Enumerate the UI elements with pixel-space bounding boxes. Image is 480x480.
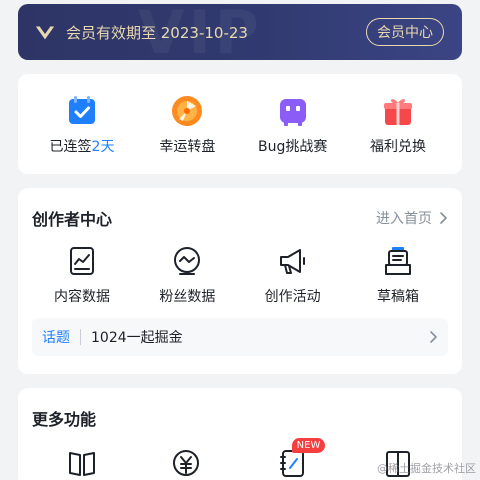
book-icon <box>69 452 95 476</box>
bug-challenge-label: Bug挑战赛 <box>257 139 328 155</box>
more-item-exchange[interactable] <box>137 446 237 480</box>
topic-text: 1024一起掘金 <box>91 330 183 346</box>
member-center-button[interactable]: 会员中心 <box>366 18 444 46</box>
content-data-label: 内容数据 <box>54 289 110 305</box>
creator-center-card: 创作者中心 进入首页 内容数据 粉丝数据 创作活动 草稿箱 话题 1024一起掘… <box>18 188 462 374</box>
gift-icon <box>383 99 412 125</box>
lucky-wheel-label: 幸运转盘 <box>159 139 216 155</box>
enter-homepage-label: 进入首页 <box>376 211 432 227</box>
fans-data-icon <box>174 247 201 275</box>
drafts-item[interactable]: 草稿箱 <box>348 244 448 306</box>
drafts-icon <box>384 247 411 275</box>
content-data-item[interactable]: 内容数据 <box>32 244 132 306</box>
bug-monster-icon <box>279 99 306 126</box>
creator-center-title: 创作者中心 <box>32 210 113 229</box>
chevron-right-icon <box>440 212 447 224</box>
bug-challenge-item[interactable]: Bug挑战赛 <box>243 94 343 156</box>
creative-activity-label: 创作活动 <box>264 289 321 305</box>
creative-activity-item[interactable]: 创作活动 <box>243 244 343 306</box>
gift-exchange-label: 福利兑换 <box>369 139 426 155</box>
notebook-icon-wrap: NEW <box>276 438 326 480</box>
vip-watermark: VIP <box>138 4 263 60</box>
more-functions-title: 更多功能 <box>32 410 97 429</box>
topic-tag: 话题 <box>42 330 70 346</box>
fans-data-label: 粉丝数据 <box>159 289 216 305</box>
new-badge: NEW <box>291 438 326 453</box>
site-watermark: @稀土掘金技术社区 <box>377 462 476 475</box>
checkin-item[interactable]: 已连签2天 <box>32 94 132 156</box>
vip-icon <box>35 26 55 40</box>
megaphone-icon <box>279 249 305 274</box>
more-item-notebook[interactable]: NEW <box>243 438 343 480</box>
checkin-label: 已连签 <box>49 139 92 155</box>
chevron-right-icon <box>430 331 437 343</box>
content-data-icon <box>70 247 94 275</box>
gift-exchange-item[interactable]: 福利兑换 <box>348 94 448 156</box>
topic-divider <box>80 329 81 345</box>
enter-homepage-link[interactable]: 进入首页 <box>376 208 448 228</box>
drafts-label: 草稿箱 <box>376 289 419 305</box>
yen-exchange-icon <box>173 450 200 476</box>
more-item-book[interactable] <box>32 446 132 480</box>
topic-banner[interactable]: 话题 1024一起掘金 <box>32 318 448 356</box>
member-banner: VIP 会员有效期至 2023-10-23 会员中心 <box>18 4 462 60</box>
lucky-wheel-item[interactable]: 幸运转盘 <box>137 94 237 156</box>
calendar-check-icon <box>69 96 95 124</box>
checkin-days: 2天 <box>91 139 115 155</box>
fans-data-item[interactable]: 粉丝数据 <box>137 244 237 306</box>
lucky-wheel-icon <box>172 96 203 126</box>
tasks-card: 已连签2天 幸运转盘 Bug挑战赛 福利兑换 <box>18 74 462 174</box>
